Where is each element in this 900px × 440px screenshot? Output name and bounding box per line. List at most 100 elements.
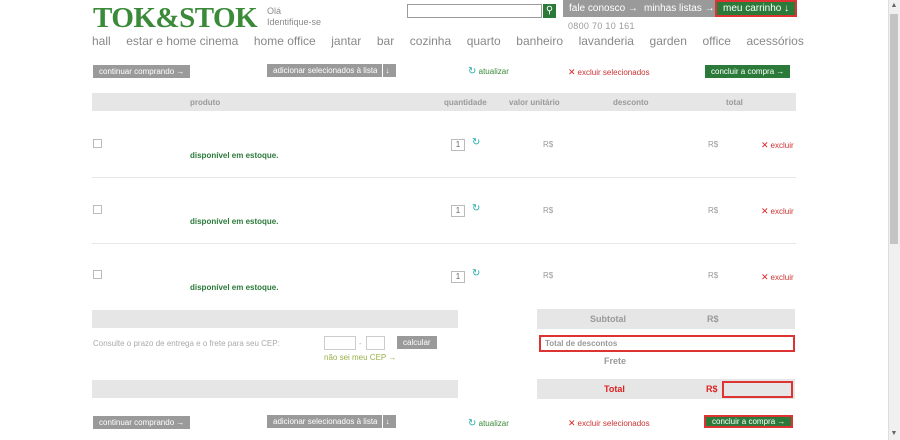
search-icon: ⚲	[545, 5, 554, 16]
cep-label: Consulte o prazo de entrega e o frete pa…	[93, 339, 280, 348]
scroll-down-icon[interactable]: ▼	[888, 428, 900, 440]
excluir-sel-label: excluir selecionados	[577, 68, 650, 77]
nav-item-home-office[interactable]: home office	[254, 34, 316, 48]
row-checkbox[interactable]	[93, 270, 102, 279]
continuar-comprando-button[interactable]: continuar comprando →	[93, 65, 191, 78]
quantity-field[interactable]: 1	[451, 205, 465, 217]
nav-item-office[interactable]: office	[702, 34, 730, 48]
site-logo[interactable]: TOK&STOK	[93, 4, 258, 33]
search-input[interactable]	[407, 4, 542, 18]
row-divider	[92, 177, 796, 178]
identify-link[interactable]: Identifique-se	[267, 17, 321, 28]
nav-item-bar[interactable]: bar	[377, 34, 394, 48]
phone-number: 0800 70 10 161	[568, 21, 635, 31]
scroll-thumb[interactable]	[890, 14, 898, 244]
stock-status: disponível em estoque.	[190, 151, 279, 160]
row-divider	[92, 243, 796, 244]
concluir-label: concluir a compra	[711, 67, 775, 76]
meu-carrinho-button[interactable]: meu carrinho ↓	[715, 0, 798, 17]
close-icon: ✕	[761, 272, 769, 282]
close-icon: ✕	[568, 418, 576, 428]
adicionar-label: adicionar selecionados à lista	[273, 417, 378, 426]
footer-left-bar	[92, 380, 458, 398]
unit-price: R$	[543, 140, 554, 149]
cep-header-bar	[92, 310, 458, 328]
remove-item-link[interactable]: ✕ excluir	[761, 272, 794, 283]
nav-item-estar[interactable]: estar e home cinema	[126, 34, 238, 48]
arrow-right-icon: →	[777, 417, 786, 426]
subtotal-label: Subtotal	[590, 314, 626, 324]
col-produto: produto	[190, 98, 221, 107]
minhas-listas-button[interactable]: minhas listas →	[638, 0, 721, 17]
nav-item-lavanderia[interactable]: lavanderia	[579, 34, 634, 48]
row-total: R$	[708, 271, 719, 280]
row-checkbox[interactable]	[93, 139, 102, 148]
excluir-sel-label: excluir selecionados	[577, 419, 650, 428]
total-label: Total	[604, 384, 625, 394]
remove-label: excluir	[770, 207, 794, 216]
stock-status: disponível em estoque.	[190, 283, 279, 292]
concluir-compra-button-bottom[interactable]: concluir a compra →	[704, 415, 794, 428]
atualizar-link-bottom[interactable]: ↻ atualizar	[468, 418, 509, 429]
continuar-comprando-button-bottom[interactable]: continuar comprando →	[93, 416, 191, 429]
excluir-selecionados-link-bottom[interactable]: ✕ excluir selecionados	[568, 418, 650, 429]
nao-sei-cep-link[interactable]: não sei meu CEP →	[324, 353, 396, 362]
arrow-right-icon: →	[176, 418, 185, 427]
subtotal-bar	[537, 309, 795, 329]
remove-item-link[interactable]: ✕ excluir	[761, 206, 794, 217]
nav-item-quarto[interactable]: quarto	[467, 34, 501, 48]
nav-item-acessorios[interactable]: acessórios	[746, 34, 803, 48]
unit-price: R$	[543, 206, 554, 215]
nav-item-banheiro[interactable]: banheiro	[516, 34, 563, 48]
adicionar-lista-button-bottom[interactable]: adicionar selecionados à lista ↓	[267, 415, 396, 428]
stock-status: disponível em estoque.	[190, 217, 279, 226]
refresh-icon[interactable]: ↻	[472, 268, 480, 279]
atualizar-label: atualizar	[478, 419, 509, 428]
arrow-right-icon: →	[776, 67, 785, 76]
col-quantidade: quantidade	[444, 98, 487, 107]
refresh-icon: ↻	[468, 418, 477, 429]
row-total: R$	[708, 206, 719, 215]
frete-label: Frete	[604, 356, 627, 366]
close-icon: ✕	[568, 67, 576, 77]
concluir-label: concluir a compra	[712, 417, 776, 426]
concluir-compra-button[interactable]: concluir a compra →	[705, 65, 791, 78]
cep-field-2[interactable]	[366, 336, 385, 350]
arrow-right-icon: →	[176, 67, 185, 76]
nav-item-hall[interactable]: hall	[92, 34, 111, 48]
nav-item-garden[interactable]: garden	[650, 34, 687, 48]
nav-item-cozinha[interactable]: cozinha	[410, 34, 451, 48]
user-greeting: Olá Identifique-se	[267, 6, 321, 28]
cep-field-1[interactable]	[324, 336, 356, 350]
row-checkbox[interactable]	[93, 205, 102, 214]
close-icon: ✕	[761, 206, 769, 216]
arrow-right-icon: →	[388, 353, 397, 362]
adicionar-lista-button[interactable]: adicionar selecionados à lista ↓	[267, 64, 396, 77]
cart-table-header: produto quantidade valor unitário descon…	[92, 93, 796, 111]
calcular-button[interactable]: calcular	[397, 336, 437, 349]
chevron-down-icon: ↓	[381, 415, 390, 428]
search-button[interactable]: ⚲	[543, 4, 556, 18]
descontos-field[interactable]: Total de descontos	[539, 335, 795, 352]
excluir-selecionados-link[interactable]: ✕ excluir selecionados	[568, 67, 650, 78]
atualizar-link[interactable]: ↻ atualizar	[468, 66, 509, 77]
fale-conosco-button[interactable]: fale conosco →	[563, 0, 644, 17]
remove-label: excluir	[770, 273, 794, 282]
chevron-down-icon: ↓	[381, 64, 390, 77]
col-desconto: desconto	[613, 98, 649, 107]
unit-price: R$	[543, 271, 554, 280]
refresh-icon: ↻	[468, 66, 477, 77]
quantity-field[interactable]: 1	[451, 139, 465, 151]
total-value-field[interactable]	[722, 381, 793, 398]
subtotal-value: R$	[707, 314, 719, 324]
greeting-text: Olá	[267, 6, 282, 16]
scroll-up-icon[interactable]: ▲	[888, 0, 900, 12]
remove-item-link[interactable]: ✕ excluir	[761, 140, 794, 151]
refresh-icon[interactable]: ↻	[472, 137, 480, 148]
continuar-label: continuar comprando	[99, 418, 175, 427]
refresh-icon[interactable]: ↻	[472, 203, 480, 214]
cep-dash: -	[359, 339, 362, 348]
nav-item-jantar[interactable]: jantar	[331, 34, 361, 48]
quantity-field[interactable]: 1	[451, 271, 465, 283]
category-nav: hall estar e home cinema home office jan…	[92, 34, 804, 48]
